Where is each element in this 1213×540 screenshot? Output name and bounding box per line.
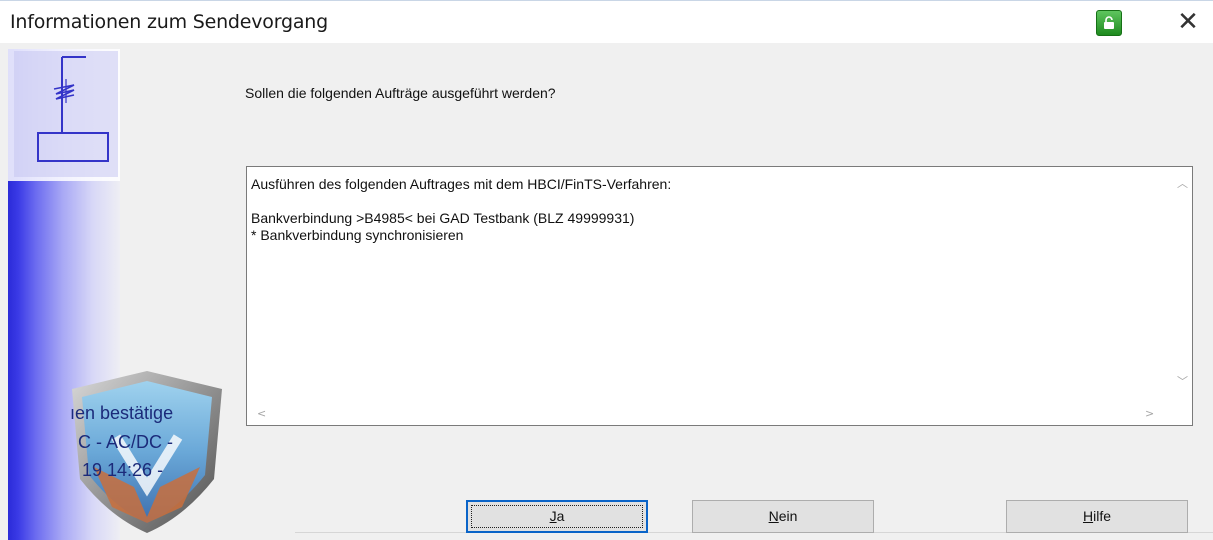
- horizontal-scrollbar[interactable]: < >: [247, 405, 1174, 425]
- details-line-1: Ausführen des folgenden Auftrages mit de…: [251, 176, 672, 192]
- order-details-textarea[interactable]: Ausführen des folgenden Auftrages mit de…: [246, 166, 1193, 426]
- confirmation-question: Sollen die folgenden Aufträge ausgeführt…: [245, 85, 556, 101]
- focus-rectangle: [471, 505, 643, 528]
- help-button-label: ilfe: [1093, 508, 1112, 524]
- no-button[interactable]: Nein: [692, 500, 874, 533]
- window-title: Informationen zum Sendevorgang: [10, 11, 329, 33]
- help-button-mnemonic: H: [1082, 508, 1094, 524]
- help-button[interactable]: Hilfe: [1006, 500, 1188, 533]
- no-button-mnemonic: N: [768, 508, 779, 524]
- details-line-3: Bankverbindung >B4985< bei GAD Testbank …: [251, 210, 635, 226]
- order-details-text: Ausführen des folgenden Auftrages mit de…: [251, 176, 671, 244]
- shield-text-line-3: 19 14:26 -: [82, 460, 164, 480]
- padlock-icon[interactable]: [1096, 10, 1122, 36]
- document-sign-icon: [8, 49, 120, 181]
- shield-text-line-2: C - AC/DC -: [78, 432, 174, 452]
- scroll-left-icon[interactable]: <: [257, 407, 266, 420]
- vertical-scrollbar[interactable]: ︿ ﹀: [1172, 167, 1192, 407]
- shield-text-line-1: ıen bestätige: [70, 403, 174, 423]
- yes-button[interactable]: Ja: [466, 500, 648, 533]
- title-bar: Informationen zum Sendevorgang ✕: [0, 1, 1213, 43]
- dialog-window: Informationen zum Sendevorgang ✕ ıen bes…: [0, 0, 1213, 540]
- close-icon[interactable]: ✕: [1172, 7, 1204, 37]
- scroll-down-icon[interactable]: ﹀: [1177, 373, 1188, 389]
- scroll-right-icon[interactable]: >: [1145, 407, 1154, 420]
- scroll-up-icon[interactable]: ︿: [1177, 175, 1188, 191]
- details-line-4: * Bankverbindung synchronisieren: [251, 227, 464, 243]
- no-button-label: ein: [778, 508, 798, 524]
